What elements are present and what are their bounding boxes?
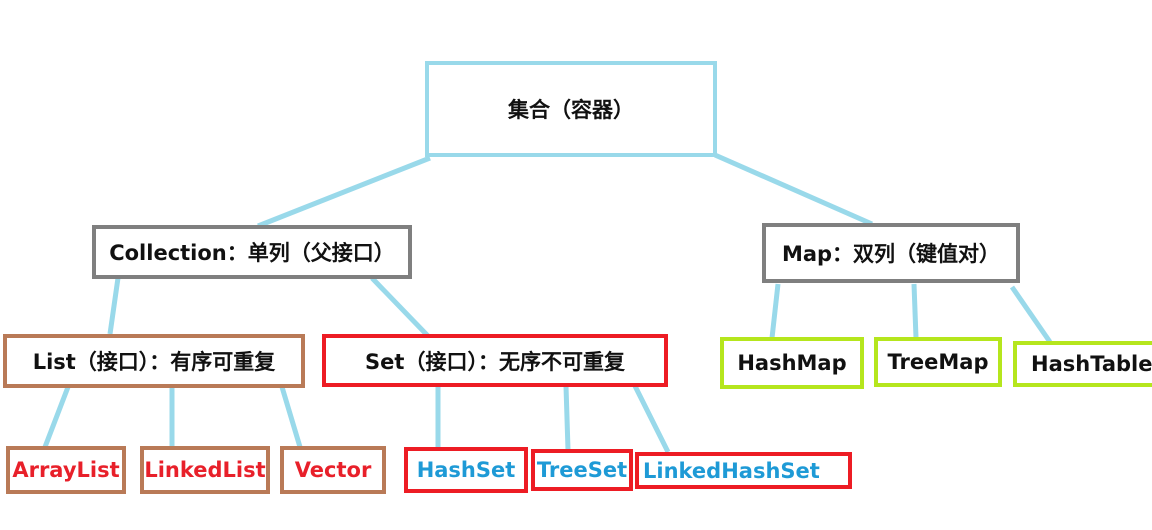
arraylist-label: ArrayList xyxy=(12,458,120,482)
connector-set-treeset xyxy=(563,385,571,451)
linkedhashset-node: LinkedHashSet xyxy=(635,452,852,489)
set-label: Set（接口）：无序不可重复 xyxy=(365,349,625,374)
vector-label: Vector xyxy=(294,458,372,482)
list-node: List（接口）：有序可重复 xyxy=(3,334,305,388)
hashset-label: HashSet xyxy=(416,458,516,482)
hashset-node: HashSet xyxy=(404,447,528,493)
connector-list-arraylist xyxy=(42,386,71,448)
root-label: 集合（容器） xyxy=(508,98,634,122)
connector-map-hashtable xyxy=(1009,285,1053,344)
hashtable-label: HashTable xyxy=(1031,352,1152,376)
linkedhashset-label: LinkedHashSet xyxy=(643,458,820,483)
treeset-node: TreeSet xyxy=(531,449,633,491)
vector-node: Vector xyxy=(280,446,386,494)
treemap-label: TreeMap xyxy=(887,350,989,374)
hashtable-node: HashTable xyxy=(1013,341,1152,387)
arraylist-node: ArrayList xyxy=(6,446,126,494)
connector-map-hashmap xyxy=(769,283,781,339)
treeset-label: TreeSet xyxy=(536,458,628,482)
list-label: List（接口）：有序可重复 xyxy=(32,350,276,374)
linkedlist-label: LinkedList xyxy=(144,458,266,482)
connector-root-collection xyxy=(257,155,431,229)
connector-root-map xyxy=(713,152,874,227)
connector-collection-list xyxy=(107,277,121,335)
set-node: Set（接口）：无序不可重复 xyxy=(322,334,668,387)
connector-list-vector xyxy=(279,386,303,448)
collection-node: Collection：单列（父接口） xyxy=(92,225,412,279)
connector-map-treemap xyxy=(911,283,919,339)
hashmap-node: HashMap xyxy=(720,337,864,389)
connector-collection-set xyxy=(370,276,430,338)
collection-label: Collection：单列（父接口） xyxy=(109,241,395,265)
linkedlist-node: LinkedList xyxy=(140,446,270,494)
map-label: Map：双列（键值对） xyxy=(781,242,1001,266)
map-node: Map：双列（键值对） xyxy=(762,223,1020,283)
connector-set-linkedhashset xyxy=(632,384,671,454)
root-node: 集合（容器） xyxy=(425,61,717,157)
treemap-node: TreeMap xyxy=(874,337,1002,387)
hashmap-label: HashMap xyxy=(737,351,847,375)
